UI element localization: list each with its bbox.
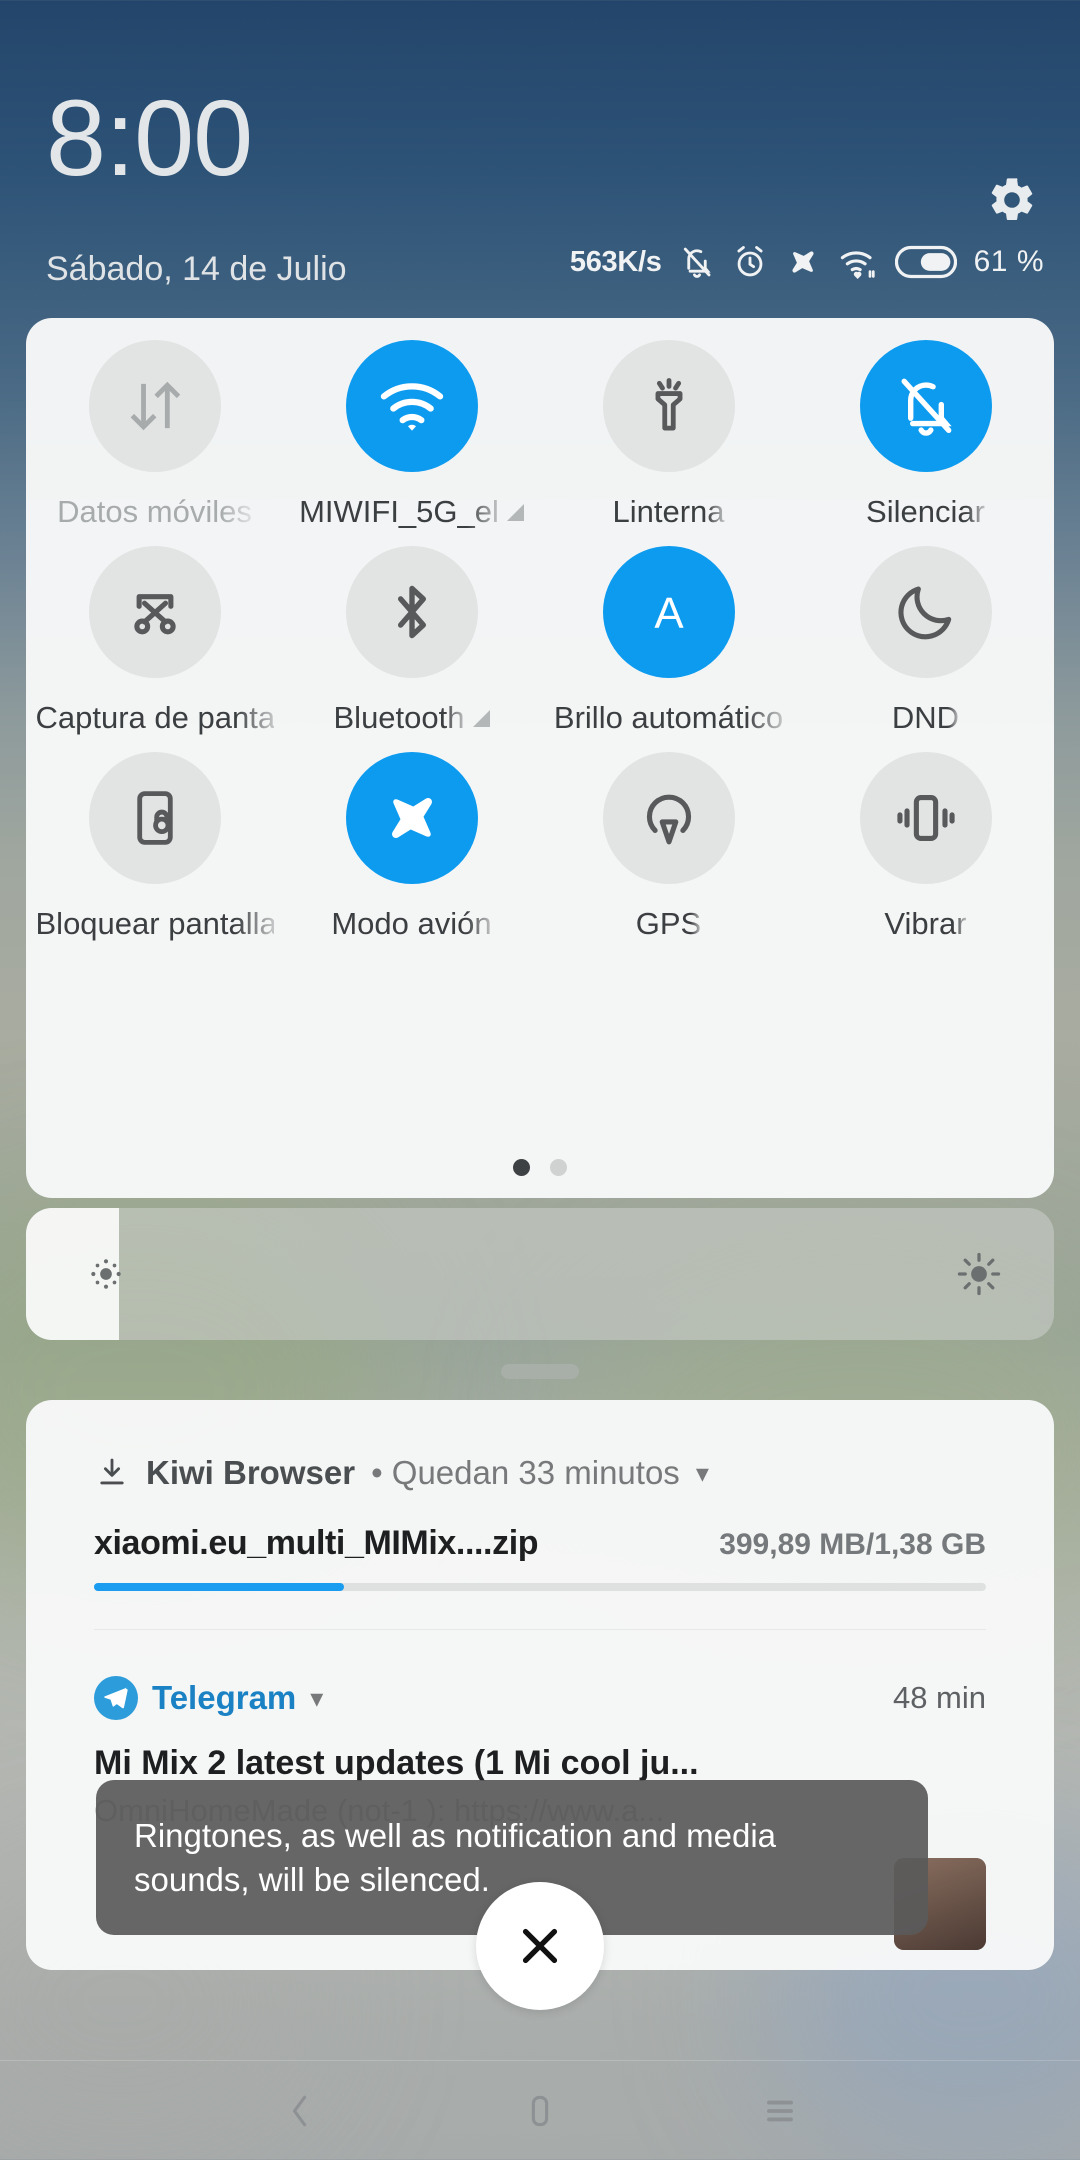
notification-download[interactable]: Kiwi Browser • Quedan 33 minutos ▾ xiaom… xyxy=(26,1400,1054,1630)
quick-tile-label: Silenciar xyxy=(866,494,985,529)
bluetooth-icon[interactable] xyxy=(345,546,478,678)
quick-tile-label-row: Bluetooth xyxy=(334,700,490,736)
quick-tile-label-row: Brillo automático xyxy=(554,700,783,736)
quick-tile-airplane[interactable]: Modo avión xyxy=(283,752,540,942)
quick-tile-label-row: GPS xyxy=(636,906,701,942)
telegram-app-name: Telegram xyxy=(152,1679,297,1716)
pager-dot[interactable] xyxy=(513,1159,530,1176)
quick-tile-label-row: Modo avión xyxy=(331,906,491,942)
download-icon xyxy=(100,1458,124,1485)
quick-tile-label-row: MIWIFI_5G_el xyxy=(299,494,524,530)
wifi-icon[interactable] xyxy=(345,340,478,472)
quick-tile-silent-bell[interactable]: Silenciar xyxy=(797,340,1054,530)
brightness-low-icon xyxy=(91,1259,121,1289)
silent-bell-icon[interactable] xyxy=(859,340,992,472)
network-speed: 563K/s xyxy=(569,245,662,278)
quick-tile-label-row: Vibrar xyxy=(884,906,966,942)
quick-tile-moon[interactable]: DND xyxy=(797,546,1054,736)
quick-tile-auto-brightness[interactable]: A Brillo automático xyxy=(540,546,797,736)
quick-tile-label: Modo avión xyxy=(331,906,492,941)
telegram-header: Telegram ▾ 48 min xyxy=(94,1676,986,1720)
quick-tile-screenshot[interactable]: Captura de panta xyxy=(26,546,283,736)
expand-triangle-icon[interactable] xyxy=(472,709,490,727)
quick-settings-panel: Datos móviles MIWIFI_5G_el Linterna Silenci… xyxy=(26,318,1054,1198)
quick-tile-label-row: Linterna xyxy=(612,494,724,530)
quick-tile-label-row: Silenciar xyxy=(866,494,985,530)
quick-tile-label: Brillo automático xyxy=(553,700,784,735)
back-icon[interactable] xyxy=(260,2071,340,2151)
clock: 8:00 xyxy=(46,77,253,198)
quick-tile-label: Datos móviles xyxy=(57,494,252,529)
home-icon[interactable] xyxy=(500,2071,580,2151)
quick-tile-label-row: DND xyxy=(892,700,959,736)
svg-text:A: A xyxy=(654,589,684,638)
moon-icon[interactable] xyxy=(859,546,992,678)
quick-tile-screen-lock[interactable]: Bloquear pantalla xyxy=(26,752,283,942)
brightness-slider[interactable] xyxy=(26,1208,1054,1340)
chevron-down-icon[interactable]: ▾ xyxy=(696,1460,709,1486)
gear-icon[interactable] xyxy=(986,174,1038,226)
close-shade-button[interactable] xyxy=(476,1882,604,2010)
wifi-icon xyxy=(840,251,875,279)
airplane-icon[interactable] xyxy=(345,752,478,884)
drag-handle[interactable] xyxy=(501,1364,579,1379)
quick-tile-bluetooth[interactable]: Bluetooth xyxy=(283,546,540,736)
navigation-bar xyxy=(0,2060,1080,2160)
battery-percent: 61 % xyxy=(973,245,1044,278)
shade-header: 8:00 Sábado, 14 de Julio 563K/s 61 % xyxy=(0,0,1080,310)
pager-dot[interactable] xyxy=(550,1159,567,1176)
quick-tile-gps[interactable]: GPS xyxy=(540,752,797,942)
recents-icon[interactable] xyxy=(740,2071,820,2151)
battery-icon xyxy=(894,245,957,279)
auto-brightness-icon[interactable]: A xyxy=(602,546,735,678)
quick-tile-label-row: Bloquear pantalla xyxy=(36,906,274,942)
quick-tile-label: MIWIFI_5G_el xyxy=(299,494,499,529)
flashlight-icon[interactable] xyxy=(602,340,735,472)
vibrate-icon[interactable] xyxy=(859,752,992,884)
telegram-title: Mi Mix 2 latest updates (1 Mi cool ju... xyxy=(94,1744,699,1782)
date-label: Sábado, 14 de Julio xyxy=(46,250,347,288)
mobile-data-icon[interactable] xyxy=(88,340,221,472)
download-progress-bar xyxy=(94,1583,986,1591)
quick-tile-mobile-data[interactable]: Datos móviles xyxy=(26,340,283,530)
quick-tile-label-row: Datos móviles xyxy=(57,494,252,530)
quick-tile-label-row: Captura de panta xyxy=(36,700,274,736)
download-row: xiaomi.eu_multi_MIMix....zip 399,89 MB/1… xyxy=(94,1524,986,1563)
quick-tile-label: DND xyxy=(891,700,960,735)
brightness-high-icon xyxy=(957,1252,1001,1296)
gps-icon[interactable] xyxy=(602,752,735,884)
notification-subtitle: • Quedan 33 minutos xyxy=(371,1454,680,1491)
expand-triangle-icon[interactable] xyxy=(506,503,524,521)
quick-settings-grid: Datos móviles MIWIFI_5G_el Linterna Silenci… xyxy=(26,340,1054,942)
quick-tile-label: Vibrar xyxy=(884,906,967,941)
notification-time: 48 min xyxy=(892,1680,986,1715)
quick-tile-label: Bluetooth xyxy=(333,700,465,735)
chevron-down-icon[interactable]: ▾ xyxy=(310,1685,323,1711)
close-icon xyxy=(522,1928,558,1964)
quick-tile-label: Captura de panta xyxy=(35,700,274,735)
silent-bell-icon xyxy=(683,247,711,278)
airplane-icon xyxy=(792,251,814,273)
notification-app-name: Kiwi Browser xyxy=(146,1454,356,1491)
quick-tile-vibrate[interactable]: Vibrar xyxy=(797,752,1054,942)
alarm-icon xyxy=(737,246,763,277)
telegram-icon xyxy=(94,1676,138,1720)
download-filename: xiaomi.eu_multi_MIMix....zip xyxy=(94,1524,539,1562)
quick-tile-label: Linterna xyxy=(612,494,725,529)
screenshot-icon[interactable] xyxy=(88,546,221,678)
screen-lock-icon[interactable] xyxy=(88,752,221,884)
quick-tile-flashlight[interactable]: Linterna xyxy=(540,340,797,530)
notification-divider xyxy=(94,1629,986,1630)
status-bar: 563K/s 61 % xyxy=(570,244,1044,280)
download-size: 399,89 MB/1,38 GB xyxy=(719,1528,986,1561)
quick-settings-pager[interactable] xyxy=(26,1159,1054,1176)
download-progress-fill xyxy=(94,1583,344,1591)
quick-tile-label: Bloquear pantalla xyxy=(35,906,274,941)
quick-tile-label: GPS xyxy=(635,906,702,941)
notification-header: Kiwi Browser • Quedan 33 minutos ▾ xyxy=(94,1400,986,1492)
quick-tile-wifi[interactable]: MIWIFI_5G_el xyxy=(283,340,540,530)
